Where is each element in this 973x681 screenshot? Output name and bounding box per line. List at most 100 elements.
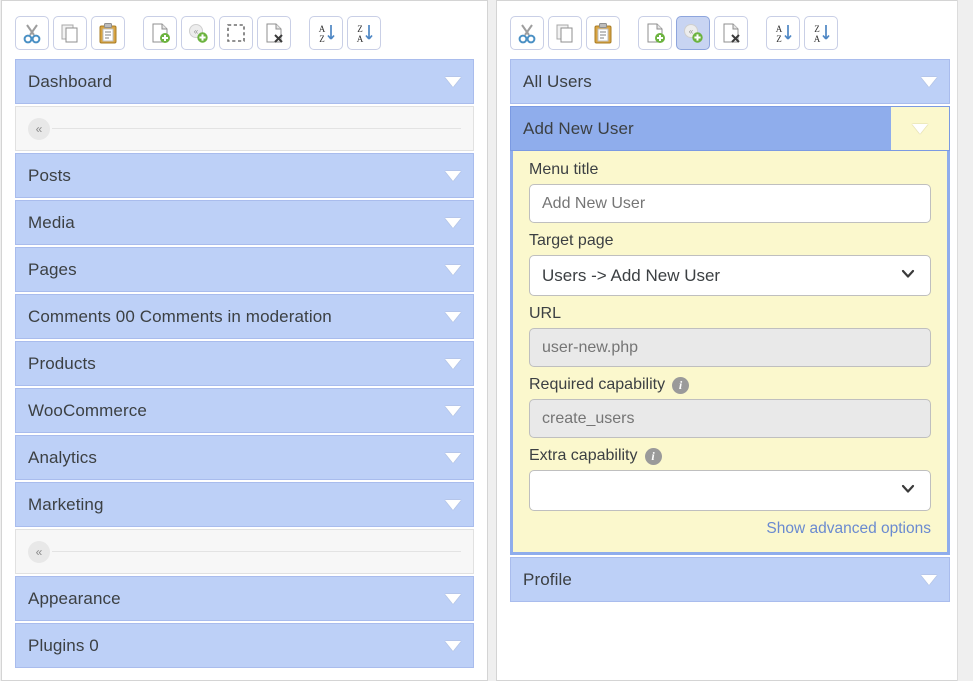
field-label-text: Target page	[529, 232, 614, 249]
separator-collapse-icon[interactable]: «	[28, 117, 50, 140]
chevron-down-icon[interactable]	[445, 358, 461, 369]
paste-icon	[97, 22, 119, 44]
toolbar-button-select-all[interactable]	[219, 16, 253, 50]
menu-row-profile[interactable]: Profile	[510, 557, 950, 602]
menu-item-editor: Menu title Target page Users -> Add New Us…	[510, 151, 950, 555]
toolbar-button-copy[interactable]	[548, 16, 582, 50]
menu-separator-row[interactable]: «	[15, 529, 474, 574]
svg-text:«: «	[689, 27, 694, 36]
sort-az-icon: AZ	[772, 22, 794, 44]
toolbar-button-new-page[interactable]	[143, 16, 177, 50]
menu-row[interactable]: Marketing	[15, 482, 474, 527]
menu-row[interactable]: Media	[15, 200, 474, 245]
toolbar-button-paste[interactable]	[91, 16, 125, 50]
menu-title-input[interactable]	[529, 184, 931, 223]
field-required-capability: Required capability i	[529, 376, 931, 438]
menu-row-add-new-user[interactable]: Add New User	[510, 106, 950, 151]
chevron-down-icon[interactable]	[912, 123, 928, 134]
new-page-icon	[149, 22, 171, 44]
toolbar-button-paste[interactable]	[586, 16, 620, 50]
menu-row[interactable]: Products	[15, 341, 474, 386]
extra-capability-select[interactable]	[529, 470, 931, 511]
target-page-select[interactable]: Users -> Add New User	[529, 255, 931, 296]
menu-row-label: Dashboard	[28, 71, 113, 91]
field-label-text: Extra capability	[529, 447, 638, 464]
menu-row[interactable]: Dashboard	[15, 59, 474, 104]
chevron-down-icon[interactable]	[445, 76, 461, 87]
field-label-text: Menu title	[529, 161, 599, 178]
menu-row-label: Posts	[28, 165, 72, 185]
delete-page-icon	[263, 22, 285, 44]
left-menu-panel: « A Z Z A Dashboard « Posts Media Pages Comments …	[1, 0, 488, 681]
new-page-icon	[644, 22, 666, 44]
separator-collapse-icon[interactable]: «	[28, 540, 50, 563]
chevron-down-icon[interactable]	[921, 76, 937, 87]
menu-row[interactable]: Pages	[15, 247, 474, 292]
chevron-down-icon[interactable]	[445, 264, 461, 275]
chevron-down-icon	[899, 264, 917, 287]
right-menu-panel: « AZ ZA All Users Add New User Menu title T…	[496, 0, 964, 681]
collapse-toggle[interactable]	[891, 107, 949, 150]
url-input	[529, 328, 931, 367]
svg-text:«: «	[194, 27, 199, 36]
menu-row-label: WooCommerce	[28, 400, 147, 420]
chevron-down-icon[interactable]	[445, 452, 461, 463]
chevron-down-icon[interactable]	[445, 593, 461, 604]
chevron-down-icon	[899, 479, 917, 502]
chevron-down-icon[interactable]	[445, 640, 461, 651]
copy-icon	[554, 22, 576, 44]
toolbar-button-new-page[interactable]	[638, 16, 672, 50]
toolbar-button-sort-az[interactable]: AZ	[766, 16, 800, 50]
menu-row-all-users[interactable]: All Users	[510, 59, 950, 104]
toolbar-button-cut[interactable]	[510, 16, 544, 50]
select-all-icon	[225, 22, 247, 44]
toolbar-button-cut[interactable]	[15, 16, 49, 50]
field-label: Target page	[529, 232, 931, 250]
menu-row-label: Marketing	[28, 494, 104, 514]
toolbar-button-new-separator[interactable]: «	[181, 16, 215, 50]
toolbar-button-delete-page[interactable]	[257, 16, 291, 50]
info-icon[interactable]: i	[644, 447, 662, 465]
cut-icon	[516, 22, 538, 44]
menu-row-label: Comments 00 Comments in moderation	[28, 306, 332, 326]
chevron-down-icon[interactable]	[445, 217, 461, 228]
info-icon[interactable]: i	[672, 376, 690, 394]
new-separator-icon: «	[187, 22, 209, 44]
chevron-down-icon[interactable]	[445, 170, 461, 181]
required-capability-input	[529, 399, 931, 438]
chevron-down-icon[interactable]	[445, 405, 461, 416]
svg-text:Z: Z	[776, 34, 782, 44]
separator-line	[52, 128, 461, 129]
page-scrollbar-gutter[interactable]	[957, 0, 973, 681]
toolbar-button-new-separator[interactable]: «	[676, 16, 710, 50]
field-label: URL	[529, 305, 931, 323]
right-menu-list: All Users Add New User Menu title Target …	[510, 57, 950, 602]
toolbar-button-copy[interactable]	[53, 16, 87, 50]
chevron-down-icon[interactable]	[921, 574, 937, 585]
menu-row[interactable]: Posts	[15, 153, 474, 198]
field-label-text: Required capability	[529, 376, 666, 393]
menu-row-label: All Users	[523, 71, 592, 91]
menu-row[interactable]: WooCommerce	[15, 388, 474, 433]
toolbar-button-sort-za[interactable]: ZA	[347, 16, 381, 50]
menu-row-label: Profile	[523, 569, 572, 589]
menu-row-label: Pages	[28, 259, 77, 279]
menu-separator-row[interactable]: «	[15, 106, 474, 151]
paste-icon	[592, 22, 614, 44]
chevron-down-icon[interactable]	[445, 311, 461, 322]
svg-text:Z: Z	[319, 34, 325, 44]
toolbar-button-sort-az[interactable]: AZ	[309, 16, 343, 50]
field-menu-title: Menu title	[529, 161, 931, 223]
new-separator-icon: «	[682, 22, 704, 44]
field-url: URL	[529, 305, 931, 367]
sort-za-icon: ZA	[810, 22, 832, 44]
show-advanced-options-link[interactable]: Show advanced options	[529, 520, 931, 538]
menu-row[interactable]: Appearance	[15, 576, 474, 621]
chevron-down-icon[interactable]	[445, 499, 461, 510]
toolbar-button-sort-za[interactable]: ZA	[804, 16, 838, 50]
toolbar-button-delete-page[interactable]	[714, 16, 748, 50]
field-label-text: URL	[529, 305, 562, 322]
menu-row[interactable]: Comments 00 Comments in moderation	[15, 294, 474, 339]
menu-row[interactable]: Plugins 0	[15, 623, 474, 668]
menu-row[interactable]: Analytics	[15, 435, 474, 480]
